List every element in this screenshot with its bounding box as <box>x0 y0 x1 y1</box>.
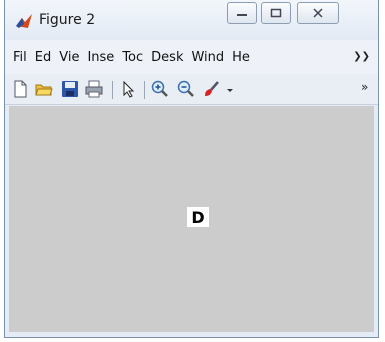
menu-edit[interactable]: Ed <box>35 50 51 65</box>
save-icon[interactable] <box>61 80 79 98</box>
menu-overflow-button[interactable]: ❯❯ <box>353 51 370 62</box>
close-button[interactable] <box>297 2 339 24</box>
toolbar-separator <box>144 81 145 99</box>
menu-bar: Fil Ed Vie Inse Toc Desk Wind He ❯❯ <box>5 40 378 74</box>
menu-insert[interactable]: Inse <box>87 50 114 65</box>
zoom-out-icon[interactable] <box>177 80 195 98</box>
menu-help[interactable]: He <box>232 50 250 65</box>
figure-canvas[interactable]: D <box>9 106 374 332</box>
matlab-icon <box>16 14 32 28</box>
minimize-button[interactable] <box>227 2 257 24</box>
canvas-label: D <box>187 207 209 227</box>
maximize-button[interactable] <box>261 2 291 24</box>
menu-file[interactable]: Fil <box>13 50 27 65</box>
open-folder-icon[interactable] <box>35 80 53 98</box>
figure-window: Figure 2 Fil Ed Vie Inse Toc Desk Wind H… <box>4 0 379 338</box>
toolbar-overflow-button[interactable]: » <box>361 80 368 94</box>
brush-dropdown-icon[interactable] <box>225 80 235 98</box>
minimize-icon <box>237 14 247 16</box>
menu-desktop[interactable]: Desk <box>151 50 183 65</box>
title-bar[interactable]: Figure 2 <box>5 0 378 40</box>
menu-view[interactable]: Vie <box>59 50 79 65</box>
zoom-in-icon[interactable] <box>151 80 169 98</box>
figure-toolbar: » <box>5 74 378 105</box>
pointer-icon[interactable] <box>119 80 137 98</box>
maximize-icon <box>270 8 282 18</box>
window-title: Figure 2 <box>39 12 96 28</box>
menu-window[interactable]: Wind <box>191 50 224 65</box>
brush-icon[interactable] <box>203 80 221 98</box>
toolbar-separator <box>112 81 113 99</box>
print-icon[interactable] <box>85 80 103 98</box>
menu-tools[interactable]: Toc <box>122 50 143 65</box>
new-file-icon[interactable] <box>11 80 29 98</box>
close-icon <box>313 8 323 18</box>
